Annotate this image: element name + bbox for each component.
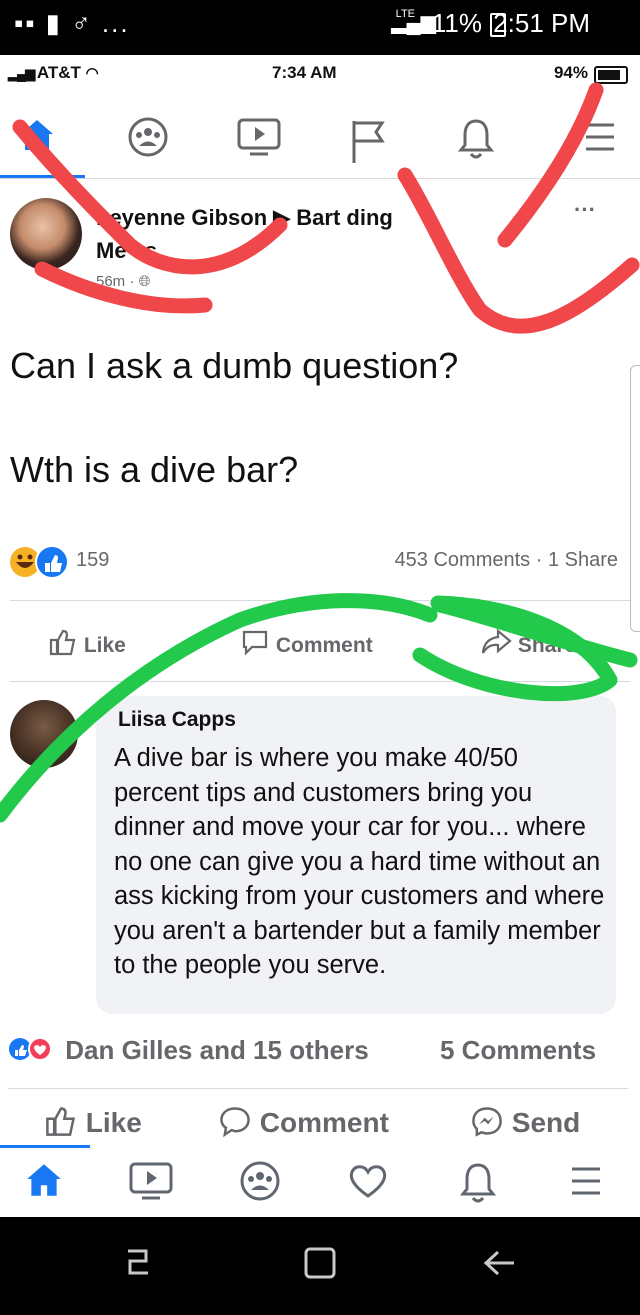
thumbs-up-icon	[48, 629, 84, 657]
stats-divider	[10, 600, 630, 601]
bottom-nav	[0, 1145, 640, 1217]
commenter-avatar[interactable]	[10, 700, 78, 768]
notification-icons: ▪▪ ▮ ♂ ...	[14, 8, 130, 38]
edge-panel-handle[interactable]	[630, 365, 640, 632]
post-timestamp[interactable]: 56m · 🌐︎	[96, 273, 151, 290]
bottom-groups-icon[interactable]	[236, 1161, 284, 1209]
bottom-comments-count[interactable]: 5 Comments	[440, 1035, 596, 1066]
comment-author-name[interactable]: Liisa Capps	[118, 708, 236, 732]
post-text-spacer	[10, 392, 630, 444]
bell-icon[interactable]	[456, 117, 496, 169]
bottom-reactors[interactable]: Dan Gilles and 15 others	[8, 1035, 369, 1066]
comment-button[interactable]: Comment	[240, 628, 373, 658]
signal-icon: ▂▄▆	[391, 12, 436, 34]
messenger-icon	[470, 1107, 512, 1138]
recent-apps-icon[interactable]	[118, 1243, 158, 1293]
bottom-divider	[8, 1088, 628, 1089]
like-button[interactable]: Like	[48, 628, 126, 658]
inner-battery-icon	[594, 66, 628, 84]
like-label: Like	[83, 634, 126, 657]
send-button[interactable]: Send	[470, 1105, 580, 1139]
nav-divider	[0, 178, 640, 179]
menu-icon[interactable]	[582, 117, 618, 165]
dating-heart-icon[interactable]	[346, 1161, 390, 1209]
carrier-text: AT&T	[36, 63, 81, 82]
send-label: Send	[511, 1107, 581, 1138]
wifi-icon: ◠	[85, 65, 99, 82]
post-time-text[interactable]: 56m ·	[96, 273, 134, 290]
comment-bubble-icon	[240, 630, 276, 657]
groups-icon[interactable]	[124, 117, 172, 165]
bottom-watch-icon[interactable]	[128, 1161, 174, 1209]
post-text-line2: Wth is a dive bar?	[10, 449, 299, 490]
globe-icon: 🌐︎	[138, 273, 151, 290]
carrier-label: ▂▄▆ AT&T ◠	[8, 63, 99, 83]
bottom-comment-button[interactable]: Comment	[218, 1105, 389, 1139]
bottom-comment-icon	[218, 1107, 260, 1138]
comment-label: Comment	[275, 634, 373, 657]
bottom-like-button[interactable]: Like	[44, 1105, 142, 1139]
post-text: Can I ask a dumb question? Wth is a dive…	[10, 340, 630, 496]
back-arrow-icon[interactable]	[480, 1243, 520, 1293]
outer-clock: 2:51 PM	[493, 8, 590, 38]
post-text-line1: Can I ask a dumb question?	[10, 345, 459, 386]
bottom-thumbs-up-icon	[44, 1107, 86, 1138]
bottom-reactors-text: Dan Gilles and 15 others	[65, 1035, 369, 1065]
bottom-bell-icon[interactable]	[458, 1161, 498, 1213]
inner-clock: 7:34 AM	[272, 63, 337, 82]
comment-text: A dive bar is where you make 40/50 perce…	[114, 744, 605, 979]
pages-flag-icon[interactable]	[348, 117, 388, 175]
android-nav-bar	[0, 1217, 640, 1315]
home-icon[interactable]	[18, 117, 56, 161]
reaction-icons[interactable]	[8, 542, 72, 587]
inner-signal-icon: ▂▄▆	[8, 66, 37, 81]
share-label: Share	[517, 634, 577, 657]
inner-battery-percent: 94%	[553, 63, 588, 82]
outer-battery-percent: 11%	[431, 8, 482, 38]
bottom-like-label: Like	[85, 1107, 142, 1138]
comments-shares-count[interactable]: 453 Comments · 1 Share	[395, 549, 618, 572]
post-author-name[interactable]: heyenne Gibson ▶ Bart ding Me es	[96, 201, 516, 267]
bottom-menu-icon[interactable]	[566, 1161, 606, 1209]
reaction-count[interactable]: 159	[76, 549, 109, 572]
share-button[interactable]: Share	[480, 628, 576, 658]
actions-divider	[10, 681, 630, 682]
mini-reaction-icons	[8, 1035, 65, 1065]
outer-status-bar: ▪▪ ▮ ♂ ... LTE ▂▄▆ 11% 2:51 PM	[0, 0, 640, 55]
watch-icon[interactable]	[236, 117, 282, 165]
bottom-home-icon[interactable]	[24, 1161, 64, 1207]
bottom-comment-label: Comment	[259, 1107, 389, 1138]
post-author-line2[interactable]: Me es	[96, 234, 516, 267]
post-author-line1[interactable]: heyenne Gibson ▶ Bart ding	[96, 201, 516, 234]
post-options-button[interactable]: ···	[574, 197, 596, 223]
home-button-icon[interactable]	[300, 1243, 340, 1293]
share-arrow-icon	[480, 628, 518, 657]
post-author-avatar[interactable]	[10, 198, 82, 270]
inner-status-bar: ▂▄▆ AT&T ◠ 7:34 AM 94%	[0, 55, 640, 91]
top-nav	[0, 113, 640, 175]
facebook-screenshot: ▂▄▆ AT&T ◠ 7:34 AM 94% heyenne Gibson ▶	[0, 55, 640, 1217]
